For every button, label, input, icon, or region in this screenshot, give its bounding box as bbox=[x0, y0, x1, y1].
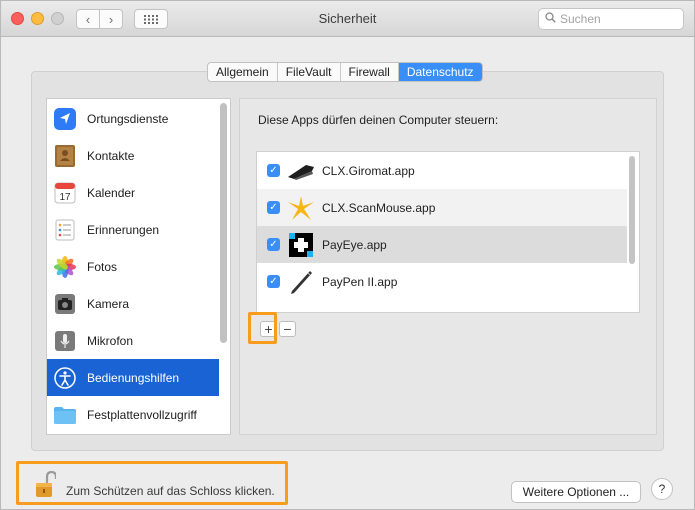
sidebar-item-bedienungshilfen[interactable]: Bedienungshilfen bbox=[47, 359, 219, 396]
sidebar-item-kontakte[interactable]: Kontakte bbox=[47, 137, 219, 174]
tab-datenschutz[interactable]: Datenschutz bbox=[398, 63, 482, 81]
payeye-icon bbox=[286, 231, 316, 259]
sidebar-scrollbar[interactable] bbox=[220, 103, 227, 343]
remove-app-button[interactable]: − bbox=[279, 321, 296, 337]
app-name: PayEye.app bbox=[322, 237, 387, 252]
tab-allgemein[interactable]: Allgemein bbox=[208, 63, 278, 81]
sidebar-item-mikrofon[interactable]: Mikrofon bbox=[47, 322, 219, 359]
accessibility-pane: Diese Apps dürfen deinen Computer steuer… bbox=[239, 98, 657, 435]
scanmouse-star-icon bbox=[286, 194, 316, 222]
search-field[interactable] bbox=[538, 8, 684, 30]
search-icon bbox=[545, 12, 556, 26]
sidebar-item-label: Fotos bbox=[87, 259, 118, 274]
lock-hint-text: Zum Schützen auf das Schloss klicken. bbox=[66, 484, 275, 498]
folder-icon bbox=[52, 402, 77, 427]
sidebar-item-fotos[interactable]: Fotos bbox=[47, 248, 219, 285]
sidebar-item-label: Kamera bbox=[87, 296, 130, 311]
paypen-icon bbox=[286, 268, 316, 296]
sidebar-item-erinnerungen[interactable]: Erinnerungen bbox=[47, 211, 219, 248]
sidebar-item-ortungsdienste[interactable]: Ortungsdienste bbox=[47, 100, 219, 137]
add-app-button[interactable]: + bbox=[260, 321, 277, 337]
app-row-giromat[interactable]: ✓ CLX.Giromat.app bbox=[257, 152, 627, 189]
sidebar-item-label: Festplattenvollzugriff bbox=[87, 407, 197, 422]
tab-filevault[interactable]: FileVault bbox=[278, 63, 341, 81]
calendar-icon: 17 bbox=[52, 180, 77, 205]
sidebar-item-label: Bedienungshilfen bbox=[87, 370, 180, 385]
camera-icon bbox=[52, 291, 77, 316]
reminders-icon bbox=[52, 217, 77, 242]
app-checkbox[interactable]: ✓ bbox=[267, 201, 280, 214]
sidebar-item-kamera[interactable]: Kamera bbox=[47, 285, 219, 322]
search-input[interactable] bbox=[560, 12, 670, 26]
tab-bar: Allgemein FileVault Firewall Datenschutz bbox=[207, 62, 483, 82]
contacts-book-icon bbox=[52, 143, 77, 168]
sidebar-item-label: Mikrofon bbox=[87, 333, 134, 348]
app-row-paypen[interactable]: ✓ PayPen II.app bbox=[257, 263, 627, 300]
giromat-device-icon bbox=[286, 157, 316, 185]
app-name: PayPen II.app bbox=[322, 274, 398, 289]
tab-firewall[interactable]: Firewall bbox=[341, 63, 399, 81]
app-checkbox[interactable]: ✓ bbox=[267, 164, 280, 177]
lock-highlight: Zum Schützen auf das Schloss klicken. bbox=[16, 461, 288, 505]
privacy-category-list: Ortungsdienste Kontakte 17 Kalender Erin… bbox=[46, 98, 231, 435]
microphone-icon bbox=[52, 328, 77, 353]
help-button[interactable]: ? bbox=[651, 478, 673, 500]
unlocked-padlock-icon[interactable] bbox=[36, 470, 58, 502]
svg-text:17: 17 bbox=[59, 192, 71, 203]
accessibility-icon bbox=[52, 365, 77, 390]
sidebar-item-label: Ortungsdienste bbox=[87, 111, 169, 126]
allowed-apps-list: ✓ CLX.Giromat.app ✓ CLX.ScanMouse.app ✓ … bbox=[256, 151, 640, 313]
sidebar-item-label: Kalender bbox=[87, 185, 136, 200]
app-name: CLX.Giromat.app bbox=[322, 163, 415, 178]
app-name: CLX.ScanMouse.app bbox=[322, 200, 436, 215]
sidebar-item-kalender[interactable]: 17 Kalender bbox=[47, 174, 219, 211]
app-row-scanmouse[interactable]: ✓ CLX.ScanMouse.app bbox=[257, 189, 627, 226]
sidebar-item-festplattenvollzugriff[interactable]: Festplattenvollzugriff bbox=[47, 396, 219, 433]
app-checkbox[interactable]: ✓ bbox=[267, 238, 280, 251]
pane-heading: Diese Apps dürfen deinen Computer steuer… bbox=[258, 113, 499, 127]
more-options-button[interactable]: Weitere Optionen ... bbox=[511, 481, 641, 503]
location-arrow-icon bbox=[52, 106, 77, 131]
sidebar-item-label: Kontakte bbox=[87, 148, 135, 163]
photos-flower-icon bbox=[52, 254, 77, 279]
app-list-scrollbar[interactable] bbox=[629, 156, 635, 264]
preferences-window: ‹ › Sicherheit Allgemein FileVault Firew… bbox=[0, 0, 695, 510]
app-checkbox[interactable]: ✓ bbox=[267, 275, 280, 288]
sidebar-item-label: Erinnerungen bbox=[87, 222, 160, 237]
app-row-payeye[interactable]: ✓ PayEye.app bbox=[257, 226, 627, 263]
titlebar: ‹ › Sicherheit bbox=[1, 1, 694, 37]
